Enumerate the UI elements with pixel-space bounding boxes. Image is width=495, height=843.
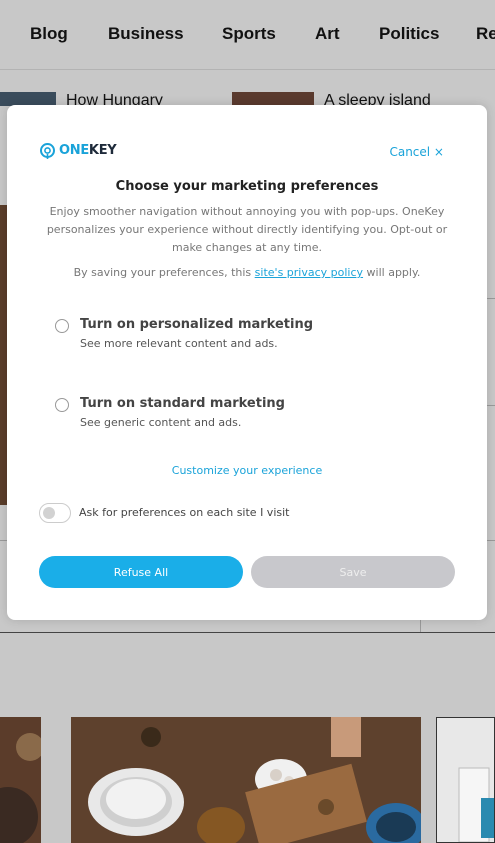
- dialog-title: Choose your marketing preferences: [115, 179, 379, 194]
- nav-item-politics[interactable]: Politics: [379, 24, 439, 44]
- personalized-marketing-radio[interactable]: [55, 319, 69, 333]
- customize-experience-link[interactable]: Customize your experience: [7, 464, 487, 477]
- ask-preferences-label: Ask for preferences on each site I visit: [79, 506, 290, 519]
- side-image: [0, 205, 7, 505]
- option-title: Turn on standard marketing: [80, 396, 285, 411]
- marketing-preferences-dialog: ONEKEY Cancel × Choose your marketing pr…: [7, 105, 487, 620]
- privacy-notice: By saving your preferences, this site's …: [73, 266, 421, 279]
- option-subtitle: See more relevant content and ads.: [80, 337, 278, 350]
- cancel-button[interactable]: Cancel ×: [389, 145, 444, 159]
- standard-marketing-radio[interactable]: [55, 398, 69, 412]
- refuse-all-button[interactable]: Refuse All: [39, 556, 243, 588]
- nav-item-art[interactable]: Art: [315, 24, 340, 44]
- divider: [0, 632, 495, 633]
- coffee-table-photo: [71, 717, 421, 843]
- top-navigation: Blog Business Sports Art Politics Re: [0, 0, 495, 70]
- nav-item-business[interactable]: Business: [108, 24, 184, 44]
- photo-art: [0, 717, 41, 843]
- onekey-logo-icon: [40, 143, 55, 159]
- nav-item-sports[interactable]: Sports: [222, 24, 276, 44]
- dialog-description: Enjoy smoother navigation without annoyi…: [46, 205, 448, 254]
- article-thumbnail[interactable]: [232, 92, 314, 106]
- onekey-logo: ONEKEY: [39, 142, 117, 159]
- toggle-knob: [43, 507, 55, 519]
- nav-item-blog[interactable]: Blog: [30, 24, 68, 44]
- divider: [420, 620, 421, 632]
- article-thumbnail[interactable]: [0, 92, 56, 106]
- privacy-policy-link[interactable]: site's privacy policy: [255, 266, 363, 279]
- onekey-logo-text: ONEKEY: [59, 143, 117, 158]
- nav-item-more[interactable]: Re: [476, 24, 495, 44]
- ask-preferences-toggle[interactable]: [39, 503, 71, 523]
- option-subtitle: See generic content and ads.: [80, 416, 242, 429]
- option-title: Turn on personalized marketing: [80, 317, 314, 332]
- article-photo[interactable]: [71, 717, 421, 843]
- save-button[interactable]: Save: [251, 556, 455, 588]
- article-photo[interactable]: [436, 717, 495, 843]
- article-photo[interactable]: [0, 717, 41, 843]
- photo-art: [458, 767, 494, 842]
